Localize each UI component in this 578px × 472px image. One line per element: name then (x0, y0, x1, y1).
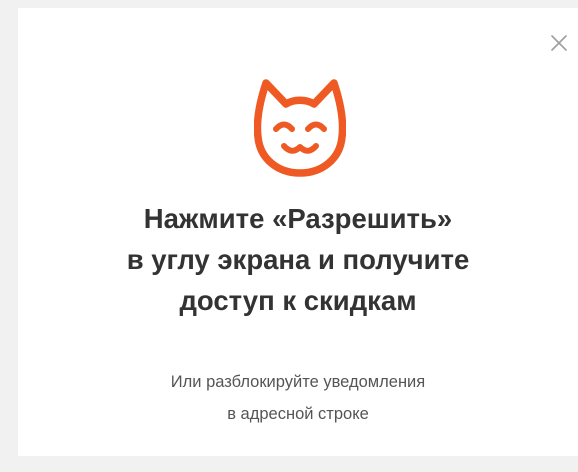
dialog-subtitle-line-2: в адресной строке (227, 405, 369, 423)
dialog-subtitle: Или разблокируйте уведомления в адресной… (18, 366, 578, 430)
close-button[interactable] (546, 30, 572, 56)
close-icon (551, 35, 567, 51)
dialog-title-line-2: в углу экрана и получите (126, 244, 470, 275)
dialog-title-line-3: доступ к скидкам (179, 285, 417, 316)
notification-permission-dialog: Нажмите «Разрешить» в углу экрана и полу… (18, 8, 578, 456)
dialog-title: Нажмите «Разрешить» в углу экрана и полу… (18, 198, 578, 321)
dialog-title-line-1: Нажмите «Разрешить» (143, 203, 453, 234)
cat-icon (254, 79, 346, 177)
dialog-subtitle-line-1: Или разблокируйте уведомления (170, 373, 426, 391)
